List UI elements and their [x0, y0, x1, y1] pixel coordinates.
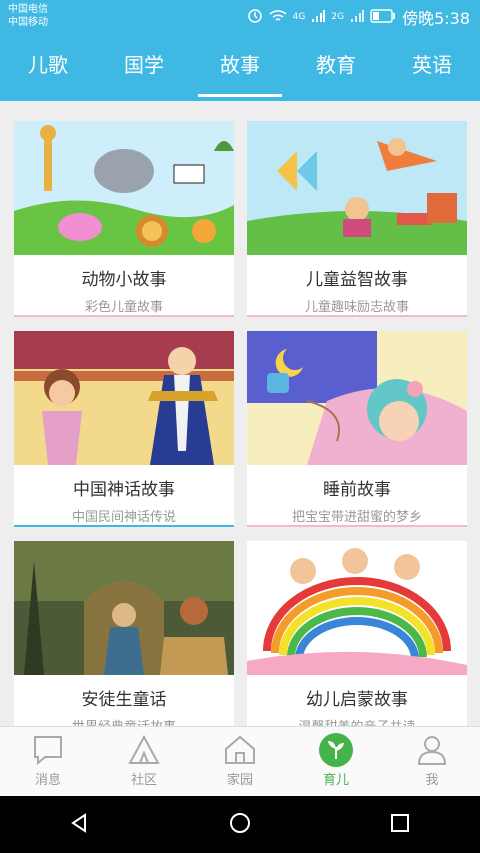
card-title: 儿童益智故事	[306, 270, 408, 290]
story-card-enlightenment[interactable]: 幼儿启蒙故事 温馨甜美的亲子共读	[247, 541, 467, 726]
nav-parenting[interactable]: 育儿	[288, 727, 384, 796]
nav-home[interactable]: 家园	[192, 727, 288, 796]
back-icon[interactable]	[69, 812, 91, 838]
tent-icon	[127, 733, 161, 767]
rainbow-kids-illustration	[247, 541, 467, 675]
system-nav-bar	[0, 796, 480, 853]
carrier-2: 中国移动	[8, 17, 48, 28]
signal-icon-1	[311, 8, 326, 27]
story-grid: 动物小故事 彩色儿童故事 儿童益智故事 儿童趣味励志故事 中国神话故事 中国民间…	[0, 101, 480, 726]
card-title: 幼儿启蒙故事	[306, 690, 408, 710]
card-subtitle: 彩色儿童故事	[84, 300, 163, 315]
card-subtitle: 世界经典童话故事	[14, 716, 234, 726]
myth-illustration	[14, 331, 234, 465]
category-tabs: 儿歌 国学 故事 教育 英语	[0, 33, 480, 101]
card-subtitle: 儿童趣味励志故事	[304, 300, 409, 315]
clock: 傍晚5:38	[402, 9, 470, 28]
card-title: 动物小故事	[81, 270, 167, 290]
story-card-puzzle[interactable]: 儿童益智故事 儿童趣味励志故事	[247, 121, 467, 317]
story-card-bedtime[interactable]: 睡前故事 把宝宝带进甜蜜的梦乡	[247, 331, 467, 527]
status-icons: 4G 2G 傍晚5:38	[247, 5, 470, 29]
tab-erge[interactable]: 儿歌	[0, 33, 96, 101]
battery-icon	[370, 8, 396, 27]
nav-label: 社区	[130, 773, 157, 788]
card-subtitle: 温馨甜美的亲子共读	[247, 716, 467, 726]
kids-pinwheel-illustration	[247, 121, 467, 255]
bedtime-illustration	[247, 331, 467, 465]
nav-label: 我	[425, 773, 439, 788]
story-card-andersen[interactable]: 安徒生童话 世界经典童话故事	[14, 541, 234, 726]
house-icon	[223, 733, 257, 767]
nav-me[interactable]: 我	[384, 727, 480, 796]
card-title: 中国神话故事	[73, 480, 175, 500]
nav-label: 消息	[34, 773, 61, 788]
nav-label: 育儿	[322, 773, 349, 788]
nav-community[interactable]: 社区	[96, 727, 192, 796]
carrier-info: 中国电信 中国移动	[8, 3, 48, 29]
recents-square-icon[interactable]	[389, 812, 411, 838]
signal-icon-2	[350, 8, 365, 27]
bottom-nav: 消息 社区 家园 育儿 我	[0, 726, 480, 796]
alarm-icon	[247, 7, 263, 27]
nav-messages[interactable]: 消息	[0, 727, 96, 796]
carrier-1: 中国电信	[8, 4, 48, 15]
tab-jiaoyu[interactable]: 教育	[288, 33, 384, 101]
person-icon	[415, 733, 449, 767]
wifi-icon	[269, 8, 287, 27]
network-type-1: 4G	[292, 12, 306, 22]
network-type-2: 2G	[331, 12, 345, 22]
card-title: 睡前故事	[323, 480, 391, 500]
tab-gushi[interactable]: 故事	[192, 33, 288, 101]
card-title: 安徒生童话	[81, 690, 167, 710]
tab-guoxue[interactable]: 国学	[96, 33, 192, 101]
animals-illustration	[14, 121, 234, 255]
sprout-icon	[319, 733, 353, 767]
story-card-myths[interactable]: 中国神话故事 中国民间神话传说	[14, 331, 234, 527]
card-subtitle: 中国民间神话传说	[71, 510, 176, 525]
card-subtitle: 把宝宝带进甜蜜的梦乡	[291, 510, 422, 525]
home-circle-icon[interactable]	[228, 811, 252, 839]
tab-yingyu[interactable]: 英语	[384, 33, 480, 101]
fairytale-illustration	[14, 541, 234, 675]
nav-label: 家园	[226, 773, 253, 788]
story-card-animals[interactable]: 动物小故事 彩色儿童故事	[14, 121, 234, 317]
chat-bubble-icon	[31, 733, 65, 767]
status-bar: 中国电信 中国移动 4G 2G 傍晚5:38	[0, 0, 480, 33]
